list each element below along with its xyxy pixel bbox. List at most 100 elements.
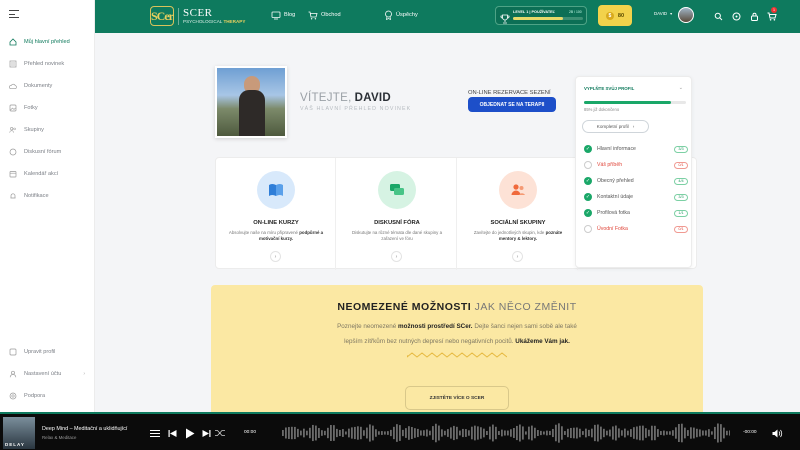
users-icon (9, 126, 17, 134)
chevron-right-icon[interactable]: › (391, 251, 402, 262)
waveform-bar (561, 426, 563, 440)
waveform-bar (465, 429, 467, 437)
audio-player: DELAY Deep Mind – Meditační a uklidňujíc… (0, 412, 800, 450)
waveform-bar (681, 423, 683, 443)
waveform-bar (294, 426, 296, 440)
waveform-bar (312, 424, 314, 442)
waveform-bar (618, 428, 620, 438)
waveform-bar (684, 427, 686, 439)
promo-banner: NEOMEZENÉ MOŽNOSTI JAK NĚCO ZMĚNIT Pozne… (211, 285, 703, 412)
search-icon[interactable] (713, 11, 723, 21)
profile-item[interactable]: ✓ Hlavní informace 3/3 (584, 143, 688, 155)
learn-more-button[interactable]: ZJISTĚTE VÍCE O SCER (405, 386, 509, 410)
sidebar-item-news[interactable]: Přehled novinek (0, 55, 95, 73)
waveform-bar (486, 431, 488, 435)
sidebar-item-forum[interactable]: Diskusní fórum (0, 143, 95, 161)
volume-icon[interactable] (771, 427, 783, 439)
sidebar-item-account-settings[interactable]: Nastavení účtu › (0, 365, 95, 383)
previous-icon[interactable] (166, 427, 178, 439)
sidebar-item-support[interactable]: Podpora (0, 387, 95, 405)
waveform-bar (423, 430, 425, 436)
sidebar-item-overview[interactable]: Můj hlavní přehled (0, 33, 95, 51)
waveform-bar (414, 428, 416, 438)
profile-item[interactable]: ✓ Kontaktní údaje 3/3 (584, 191, 688, 203)
chat-icon[interactable] (731, 11, 741, 21)
profile-photo[interactable] (215, 66, 287, 138)
nav-blog[interactable]: Blog (271, 10, 295, 20)
card-online-courses[interactable]: ON-LINE KURZY Absolvujte naše na míru př… (216, 158, 336, 270)
chat-icon (378, 171, 416, 209)
users-icon (499, 171, 537, 209)
waveform-bar (483, 428, 485, 438)
waveform-bar (360, 426, 362, 440)
profile-item[interactable]: Úvodní Fotka 0/1 (584, 223, 688, 235)
empty-circle-icon (584, 225, 592, 233)
shuffle-icon[interactable] (214, 427, 226, 439)
reservation-label: ON-LINE REZERVACE SEZENÍ (468, 90, 551, 96)
card-social-groups[interactable]: SOCIÁLNÍ SKUPINY Zavítejte do jednotlivý… (458, 158, 578, 270)
chevron-down-icon: ▾ (670, 11, 673, 16)
lock-icon[interactable] (749, 11, 759, 21)
image-icon (9, 104, 17, 112)
nav-achievements[interactable]: Úspěchy (383, 10, 418, 20)
waveform-bar (405, 428, 407, 438)
waveform-bar (453, 425, 455, 441)
waveform-bar (630, 429, 632, 437)
banner-title: NEOMEZENÉ MOŽNOSTI JAK NĚCO ZMĚNIT (337, 301, 577, 313)
sidebar-item-groups[interactable]: Skupiny (0, 121, 95, 139)
waveform-bar (651, 425, 653, 441)
user-avatar[interactable] (678, 7, 694, 23)
sidebar-item-calendar[interactable]: Kalendář akcí (0, 165, 95, 183)
chevron-right-icon[interactable]: › (512, 251, 523, 262)
nav-shop[interactable]: Obchod (308, 10, 341, 20)
waveform-bar (330, 424, 332, 442)
waveform-bar (507, 430, 509, 436)
sidebar-item-documents[interactable]: Dokumenty (0, 77, 95, 95)
waveform-bar (576, 427, 578, 439)
waveform-bar (594, 424, 596, 442)
level-widget[interactable]: LEVEL 1 | POUŽÍVATEĽ 2B / 100 (495, 6, 587, 25)
card-title: ON-LINE KURZY (253, 220, 299, 226)
waveform-bar (705, 430, 707, 436)
waveform-bar (519, 424, 521, 442)
play-icon[interactable] (184, 427, 196, 439)
sidebar-item-notifications[interactable]: Notifikace (0, 187, 95, 205)
waveform-bar (558, 423, 560, 443)
waveform-bar (288, 427, 290, 439)
profile-item[interactable]: Váš příběh 0/1 (584, 159, 688, 171)
waveform-bar (528, 426, 530, 440)
waveform-bar (720, 424, 722, 442)
waveform-bar (390, 429, 392, 437)
sidebar-item-edit-profile[interactable]: Upravit profil (0, 343, 95, 361)
sidebar-item-label: Notifikace (24, 193, 49, 199)
next-icon[interactable] (200, 427, 212, 439)
card-discussion-forums[interactable]: DISKUSNÍ FÓRA Diskutujte na různé témata… (337, 158, 457, 270)
card-title: SOCIÁLNÍ SKUPINY (490, 220, 546, 226)
waveform-bar (429, 430, 431, 436)
home-icon (9, 38, 17, 46)
waveform-bar (351, 427, 353, 439)
profile-item[interactable]: ✓ Profilová fotka 1/1 (584, 207, 688, 219)
card-description: Absolvujte naše na míru připravené podpů… (228, 230, 324, 242)
waveform-bar (510, 429, 512, 437)
waveform-bar (432, 426, 434, 440)
waveform-bar (723, 427, 725, 439)
profile-item[interactable]: ✓ Obecný přehled 4/4 (584, 175, 688, 187)
menu-icon[interactable] (9, 10, 19, 18)
nav-shop-label: Obchod (321, 12, 341, 18)
chevron-right-icon[interactable]: › (270, 251, 281, 262)
waveform-bar (609, 429, 611, 437)
playlist-icon[interactable] (149, 427, 161, 439)
waveform-bar (444, 430, 446, 436)
waveform-scrubber[interactable] (282, 419, 730, 447)
user-menu[interactable]: DAVID ▾ (654, 11, 672, 16)
order-therapy-button[interactable]: OBJEDNAT SE NA TERAPII (468, 97, 556, 112)
sidebar-item-label: Upravit profil (24, 349, 56, 355)
complete-profile-button[interactable]: Kompletní profil › (582, 120, 649, 133)
logo[interactable]: SCer SCER PSYCHOLOGICAL THERAPY (150, 6, 245, 26)
chevron-down-icon[interactable]: ⌄ (679, 85, 683, 91)
sidebar-item-photos[interactable]: Fotky (0, 99, 95, 117)
coins-button[interactable]: $ 80 (598, 5, 632, 26)
album-cover[interactable]: DELAY (3, 417, 35, 449)
waveform-bar (375, 429, 377, 437)
